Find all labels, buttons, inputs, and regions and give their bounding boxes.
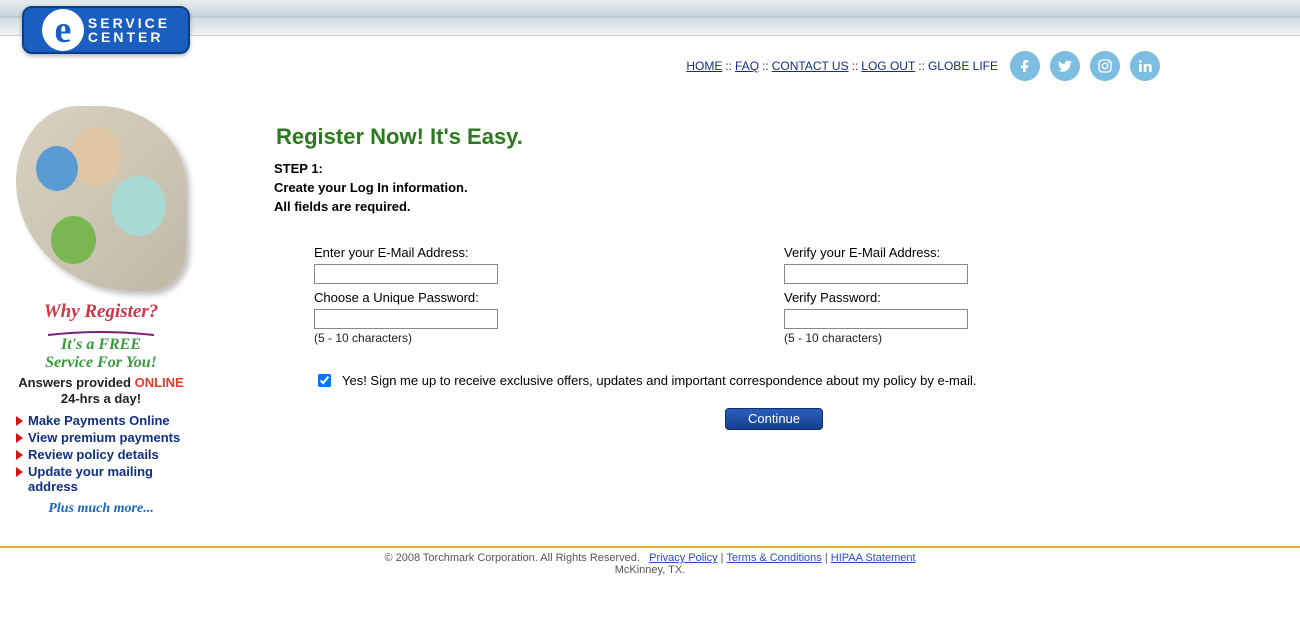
page-title: Register Now! It's Easy. [276, 124, 1260, 150]
instagram-icon[interactable] [1090, 51, 1120, 81]
footer: © 2008 Torchmark Corporation. All Rights… [0, 552, 1300, 596]
nav-sep: :: [725, 59, 732, 73]
logo-text: SERVICE CENTER [88, 16, 170, 44]
plus-more-text: Plus much more... [14, 501, 188, 517]
twitter-icon[interactable] [1050, 51, 1080, 81]
email-verify-label: Verify your E-Mail Address: [784, 245, 1234, 260]
free-service-text: It's a FREE Service For You! [14, 336, 188, 371]
registration-form: Enter your E-Mail Address: Verify your E… [274, 245, 1234, 430]
terms-link[interactable]: Terms & Conditions [726, 552, 821, 564]
hipaa-link[interactable]: HIPAA Statement [831, 552, 916, 564]
family-photo [16, 106, 186, 291]
logo-e: e [42, 9, 84, 51]
linkedin-icon[interactable] [1130, 51, 1160, 81]
optin-checkbox[interactable] [318, 374, 331, 387]
feature-list: Make Payments Online View premium paymen… [16, 412, 188, 495]
nav-globe-life[interactable]: GLOBE LIFE [928, 59, 998, 73]
password-verify-field[interactable] [784, 309, 968, 329]
password-hint: (5 - 10 characters) [314, 331, 764, 345]
swoosh-divider [46, 325, 156, 331]
list-item: Make Payments Online [16, 412, 188, 429]
optin-text: Yes! Sign me up to receive exclusive off… [342, 373, 976, 388]
nav-sep: :: [852, 59, 859, 73]
sidebar: Why Register? It's a FREE Service For Yo… [8, 106, 194, 517]
password-verify-label: Verify Password: [784, 290, 1234, 305]
facebook-icon[interactable] [1010, 51, 1040, 81]
email-verify-field[interactable] [784, 264, 968, 284]
eservice-logo[interactable]: e SERVICE CENTER [22, 6, 190, 54]
answers-text: Answers provided ONLINE 24-hrs a day! [14, 375, 188, 406]
nav-logout[interactable]: LOG OUT [861, 59, 915, 73]
privacy-link[interactable]: Privacy Policy [649, 552, 717, 564]
password-label: Choose a Unique Password: [314, 290, 764, 305]
nav-home[interactable]: HOME [686, 59, 722, 73]
continue-button[interactable]: Continue [725, 408, 823, 430]
why-register-title: Why Register? [14, 301, 188, 323]
footer-divider [0, 546, 1300, 548]
footer-city: McKinney, TX. [615, 564, 686, 576]
nav-sep: :: [918, 59, 925, 73]
main-content: Register Now! It's Easy. STEP 1: Create … [194, 106, 1300, 430]
list-item: Update your mailing address [16, 463, 188, 495]
password-verify-hint: (5 - 10 characters) [784, 331, 1234, 345]
copyright-text: © 2008 Torchmark Corporation. All Rights… [384, 552, 640, 564]
top-nav: HOME:: FAQ :: CONTACT US:: LOG OUT:: GLO… [0, 36, 1300, 96]
nav-sep: :: [762, 59, 769, 73]
step-block: STEP 1: Create your Log In information. … [274, 160, 1260, 217]
email-label: Enter your E-Mail Address: [314, 245, 764, 260]
email-field[interactable] [314, 264, 498, 284]
nav-contact[interactable]: CONTACT US [772, 59, 849, 73]
password-field[interactable] [314, 309, 498, 329]
list-item: Review policy details [16, 446, 188, 463]
nav-faq[interactable]: FAQ [735, 59, 759, 73]
list-item: View premium payments [16, 429, 188, 446]
